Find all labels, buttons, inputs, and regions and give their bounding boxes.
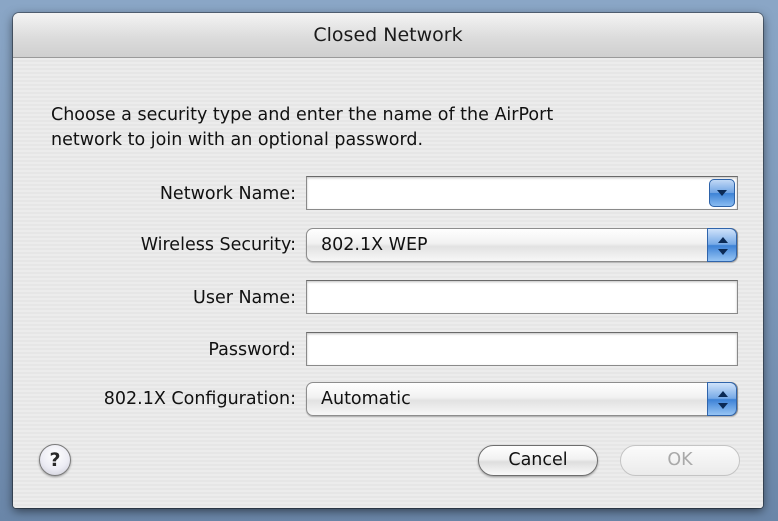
dialog-content: Choose a security type and enter the nam… — [13, 58, 763, 508]
network-name-dropdown-button[interactable] — [709, 179, 735, 207]
user-name-field[interactable] — [306, 280, 738, 314]
user-name-label: User Name: — [193, 288, 296, 308]
window-title: Closed Network — [313, 24, 463, 46]
wireless-security-label: Wireless Security: — [140, 235, 296, 255]
instructions-line-2: network to join with an optional passwor… — [51, 130, 424, 150]
config-8021x-value: Automatic — [321, 389, 411, 409]
wireless-security-value: 802.1X WEP — [321, 235, 428, 255]
title-bar[interactable]: Closed Network — [13, 13, 763, 58]
up-down-arrows-icon — [718, 237, 728, 255]
network-name-combobox[interactable] — [306, 176, 738, 210]
ok-button[interactable]: OK — [620, 445, 740, 476]
instructions-text: Choose a security type and enter the nam… — [51, 103, 731, 153]
instructions-line-1: Choose a security type and enter the nam… — [51, 105, 554, 125]
password-label: Password: — [208, 340, 296, 360]
config-8021x-popup-arrows — [707, 382, 737, 416]
cancel-button[interactable]: Cancel — [478, 445, 598, 476]
password-field[interactable] — [306, 332, 738, 366]
chevron-down-icon — [717, 190, 727, 196]
wireless-security-popup-arrows — [707, 228, 737, 262]
help-button[interactable]: ? — [39, 444, 71, 476]
config-8021x-label: 802.1X Configuration: — [103, 389, 296, 409]
config-8021x-popup[interactable]: Automatic — [306, 382, 738, 416]
up-down-arrows-icon — [718, 391, 728, 409]
closed-network-dialog: Closed Network Choose a security type an… — [13, 13, 763, 508]
question-mark-icon: ? — [49, 449, 61, 471]
wireless-security-popup[interactable]: 802.1X WEP — [306, 228, 738, 262]
network-name-label: Network Name: — [159, 184, 296, 204]
